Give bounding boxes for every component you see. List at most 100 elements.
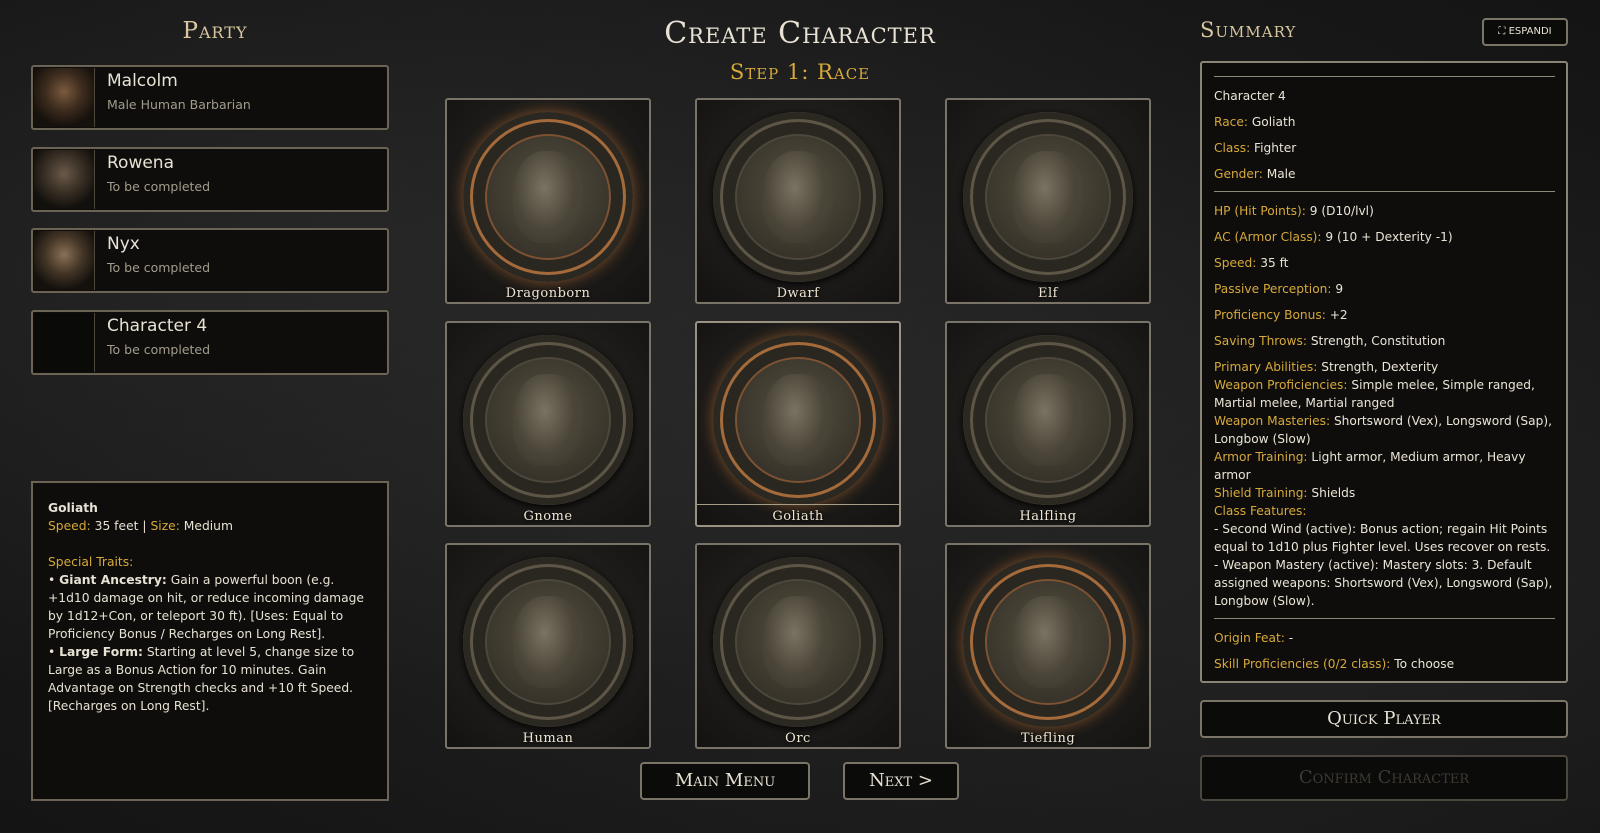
divider	[1214, 618, 1555, 619]
party-member-desc: Male Human Barbarian	[107, 97, 251, 112]
size-label: Size:	[150, 519, 180, 533]
speed-value: 35 feet	[94, 519, 139, 533]
race-label: Goliath	[772, 509, 824, 524]
party-member-name: Malcolm	[107, 71, 178, 91]
divider	[1214, 76, 1555, 77]
race-tile-goliath[interactable]: Goliath	[695, 321, 901, 527]
party-member-desc: To be completed	[107, 179, 211, 194]
class-feature-item: - Second Wind (active): Bonus action; re…	[1214, 522, 1551, 554]
human-medallion-icon	[463, 557, 633, 727]
party-member-name: Nyx	[107, 234, 140, 254]
quick-player-button[interactable]: Quick Player	[1200, 700, 1568, 738]
ac-value: 9 (10 + Dexterity -1)	[1325, 230, 1453, 244]
weapon-masteries-label: Weapon Masteries:	[1214, 414, 1331, 428]
summary-title: Summary	[1200, 18, 1297, 42]
race-label: Dragonborn	[505, 286, 591, 301]
expand-button[interactable]: ⛶ ESPANDI	[1482, 18, 1568, 46]
party-member-character-4[interactable]: Character 4 To be completed	[31, 310, 389, 375]
primary-abilities-value: Strength, Dexterity	[1321, 360, 1439, 374]
origin-feat-label: Origin Feat:	[1214, 631, 1285, 645]
race-tile-human[interactable]: Human	[445, 543, 651, 749]
race-tile-dwarf[interactable]: Dwarf	[695, 98, 901, 304]
saving-throws-label: Saving Throws:	[1214, 334, 1307, 348]
race-label: Elf	[1038, 286, 1058, 301]
party-member-desc: To be completed	[107, 342, 211, 357]
race-label: Race:	[1214, 115, 1248, 129]
race-tile-halfling[interactable]: Halfling	[945, 321, 1151, 527]
gender-value: Male	[1266, 167, 1296, 181]
proficiency-bonus-label: Proficiency Bonus:	[1214, 308, 1326, 322]
party-member-malcolm[interactable]: Malcolm Male Human Barbarian	[31, 65, 389, 130]
party-member-name: Rowena	[107, 153, 175, 173]
gnome-medallion-icon	[463, 335, 633, 505]
trait-name: Giant Ancestry:	[59, 573, 167, 587]
empty-portrait	[34, 313, 95, 372]
skill-proficiencies-value: To choose	[1394, 657, 1455, 671]
race-value: Goliath	[1251, 115, 1296, 129]
party-title: Party	[182, 18, 248, 44]
nyx-portrait	[34, 231, 95, 290]
race-tile-elf[interactable]: Elf	[945, 98, 1151, 304]
summary-character-name: Character 4	[1214, 89, 1286, 103]
weapon-proficiencies-label: Weapon Proficiencies:	[1214, 378, 1348, 392]
main-menu-button[interactable]: Main Menu	[640, 762, 810, 800]
origin-feat-value: -	[1288, 631, 1294, 645]
dwarf-medallion-icon	[713, 112, 883, 282]
confirm-character-button[interactable]: Confirm Character	[1200, 755, 1568, 801]
orc-medallion-icon	[713, 557, 883, 727]
proficiency-bonus-value: +2	[1329, 308, 1348, 322]
page-title: Create Character	[664, 16, 936, 51]
shield-training-value: Shields	[1311, 486, 1356, 500]
size-value: Medium	[183, 519, 233, 533]
race-tile-dragonborn[interactable]: Dragonborn	[445, 98, 651, 304]
race-label: Orc	[785, 731, 811, 746]
elf-medallion-icon	[963, 112, 1133, 282]
tiefling-medallion-icon	[963, 557, 1133, 727]
speed-value: 35 ft	[1260, 256, 1289, 270]
race-tile-gnome[interactable]: Gnome	[445, 321, 651, 527]
party-member-nyx[interactable]: Nyx To be completed	[31, 228, 389, 293]
summary-panel: Character 4 Race: Goliath Class: Fighter…	[1200, 61, 1568, 683]
class-features-label: Class Features:	[1214, 504, 1307, 518]
passive-perception-value: 9	[1335, 282, 1344, 296]
primary-abilities-label: Primary Abilities:	[1214, 360, 1318, 374]
armor-training-label: Armor Training:	[1214, 450, 1308, 464]
class-feature-item: - Weapon Mastery (active): Mastery slots…	[1214, 558, 1553, 608]
hp-label: HP (Hit Points):	[1214, 204, 1306, 218]
race-label: Tiefling	[1020, 731, 1076, 746]
shield-training-label: Shield Training:	[1214, 486, 1308, 500]
halfling-medallion-icon	[963, 335, 1133, 505]
dragonborn-medallion-icon	[463, 112, 633, 282]
race-label: Dwarf	[776, 286, 820, 301]
race-label: Human	[522, 731, 574, 746]
race-info-panel: Goliath Speed: 35 feet | Size: Medium Sp…	[31, 481, 389, 801]
class-value: Fighter	[1254, 141, 1297, 155]
malcolm-portrait	[34, 68, 95, 127]
trait-name: Large Form:	[59, 645, 143, 659]
gender-label: Gender:	[1214, 167, 1263, 181]
separator: |	[142, 519, 147, 533]
speed-label: Speed:	[48, 519, 91, 533]
race-label: Gnome	[523, 509, 573, 524]
party-member-name: Character 4	[107, 316, 208, 336]
race-tile-tiefling[interactable]: Tiefling	[945, 543, 1151, 749]
passive-perception-label: Passive Perception:	[1214, 282, 1332, 296]
ac-label: AC (Armor Class):	[1214, 230, 1322, 244]
race-info-name: Goliath	[48, 501, 98, 515]
race-tile-orc[interactable]: Orc	[695, 543, 901, 749]
rowena-portrait	[34, 150, 95, 209]
party-member-desc: To be completed	[107, 260, 211, 275]
skill-proficiencies-label: Skill Proficiencies (0/2 class):	[1214, 657, 1391, 671]
divider	[1214, 191, 1555, 192]
step-title: Step 1: Race	[729, 60, 871, 84]
selection-indicator	[697, 504, 899, 505]
class-label: Class:	[1214, 141, 1251, 155]
saving-throws-value: Strength, Constitution	[1310, 334, 1446, 348]
party-member-rowena[interactable]: Rowena To be completed	[31, 147, 389, 212]
next-button[interactable]: Next >	[843, 762, 959, 800]
speed-label: Speed:	[1214, 256, 1257, 270]
goliath-medallion-icon	[713, 335, 883, 505]
special-traits-heading: Special Traits:	[48, 555, 134, 569]
race-label: Halfling	[1019, 509, 1077, 524]
hp-value: 9 (D10/lvl)	[1309, 204, 1374, 218]
